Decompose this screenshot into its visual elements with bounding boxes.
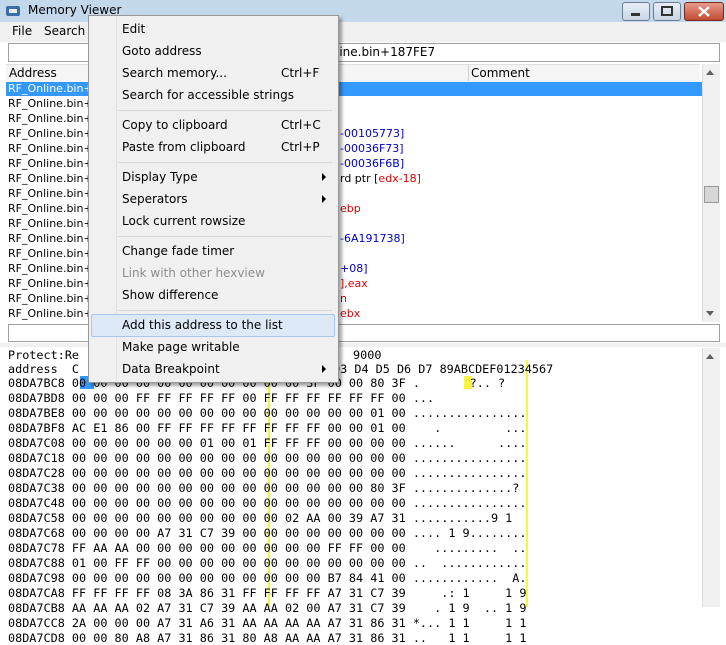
- menu-item-change-fade-timer[interactable]: Change fade timer: [122, 244, 234, 258]
- register-text: edx-18]: [378, 172, 421, 185]
- menu-search[interactable]: Search: [44, 24, 85, 38]
- disasm-row-address[interactable]: RF_Online.bin+1: [8, 307, 100, 320]
- disasm-row-address[interactable]: RF_Online.bin+1: [8, 262, 100, 275]
- menu-file[interactable]: File: [12, 24, 32, 38]
- menu-separator: [118, 310, 332, 311]
- maximize-icon: [661, 6, 673, 16]
- hex-row[interactable]: 08DA7CD8 00 00 80 A8 A7 31 86 31 80 A8 A…: [8, 631, 526, 645]
- menu-item-add-address[interactable]: Add this address to the list: [122, 318, 283, 332]
- disasm-row-address[interactable]: RF_Online.bin+1: [8, 157, 100, 170]
- hex-row[interactable]: 08DA7C08 00 00 00 00 00 00 01 00 01 FF F…: [8, 436, 526, 450]
- disasm-row-operand: ],eax: [340, 277, 368, 290]
- disasm-row-address[interactable]: RF_Online.bin+1: [8, 277, 100, 290]
- disasm-row-operand: -6A191738]: [340, 232, 405, 245]
- menu-item-seperators[interactable]: Seperators: [122, 192, 188, 206]
- menu-separator: [118, 236, 332, 237]
- disasm-row-address[interactable]: RF_Online.bin+1: [8, 187, 100, 200]
- disasm-row-address[interactable]: RF_Online.bin+1: [8, 202, 100, 215]
- submenu-arrow-icon: [322, 173, 326, 181]
- menu-item-lock-rowsize[interactable]: Lock current rowsize: [122, 214, 245, 228]
- operand-text: -6A191738]: [340, 232, 405, 245]
- operand-text: ebp: [340, 202, 361, 215]
- disasm-row-operand: -00105773]: [340, 127, 404, 140]
- scroll-up-icon[interactable]: [706, 70, 714, 75]
- address-field-value: line.bin+187FE7: [336, 45, 436, 59]
- menu-item-link-hexview: Link with other hexview: [122, 266, 265, 280]
- disasm-row-operand: n: [340, 292, 347, 305]
- disasm-row-operand: ebp: [340, 202, 361, 215]
- header-divider: [468, 64, 469, 81]
- hex-row[interactable]: 08DA7C18 00 00 00 00 00 00 00 00 00 00 0…: [8, 451, 526, 465]
- menu-item-search-strings[interactable]: Search for accessible strings: [122, 88, 294, 102]
- hex-row[interactable]: 08DA7BD8 00 00 00 FF FF FF FF FF 00 FF F…: [8, 391, 505, 405]
- operand-text: rd ptr [: [340, 172, 379, 185]
- submenu-arrow-icon: [322, 195, 326, 203]
- operand-text: -00105773]: [340, 127, 405, 140]
- disasm-row-operand: -00036F73]: [340, 142, 404, 155]
- disasm-row-address[interactable]: RF_Online.bin+1: [8, 142, 100, 155]
- hex-row[interactable]: 08DA7C48 00 00 00 00 00 00 00 00 00 00 0…: [8, 496, 526, 510]
- shortcut-ctrl-c: Ctrl+C: [281, 118, 321, 132]
- operand-text: ],eax: [340, 277, 368, 290]
- disasm-row-address[interactable]: RF_Online.bin+1: [8, 232, 100, 245]
- shortcut-ctrl-f: Ctrl+F: [281, 66, 320, 80]
- disasm-row-address[interactable]: RF_Online.bin+1: [8, 112, 100, 125]
- operand-text: ebx: [340, 307, 361, 320]
- menu-item-edit[interactable]: Edit: [122, 22, 145, 36]
- close-button[interactable]: [684, 2, 724, 21]
- menu-item-display-type[interactable]: Display Type: [122, 170, 198, 184]
- operand-text: -00036F73]: [340, 142, 404, 155]
- operand-text: +08]: [340, 262, 368, 275]
- column-header-comment[interactable]: Comment: [471, 66, 530, 80]
- hex-row[interactable]: 08DA7C38 00 00 00 00 00 00 00 00 00 00 0…: [8, 481, 519, 495]
- menu-item-goto-address[interactable]: Goto address: [122, 44, 202, 58]
- hex-row[interactable]: 08DA7BE8 00 00 00 00 00 00 00 00 00 00 0…: [8, 406, 526, 420]
- hex-row[interactable]: 08DA7C68 00 00 00 00 A7 31 C7 39 00 00 0…: [8, 526, 526, 540]
- menu-item-copy[interactable]: Copy to clipboard: [122, 118, 228, 132]
- disasm-row-operand: +08]: [340, 262, 368, 275]
- disasm-row-operand: rd ptr [edx-18]: [340, 172, 421, 185]
- hex-row[interactable]: 08DA7C28 00 00 00 00 00 00 00 00 00 00 0…: [8, 466, 526, 480]
- hex-row[interactable]: 08DA7C58 00 00 00 00 00 00 00 00 00 00 0…: [8, 511, 512, 525]
- hex-row[interactable]: 08DA7BF8 AC E1 86 00 FF FF FF FF FF FF F…: [8, 421, 526, 435]
- close-icon: [698, 6, 710, 17]
- hex-scrollbar[interactable]: [702, 348, 720, 607]
- menu-item-search-memory[interactable]: Search memory...: [122, 66, 227, 80]
- minimize-icon: [631, 13, 640, 16]
- hex-row[interactable]: 08DA7C98 00 00 00 00 00 00 00 00 00 00 0…: [8, 571, 526, 585]
- maximize-button[interactable]: [653, 2, 681, 21]
- menu-item-data-breakpoint[interactable]: Data Breakpoint: [122, 362, 220, 376]
- operand-text: -00036F6B]: [340, 157, 405, 170]
- disasm-row-address[interactable]: RF_Online.bin+1: [8, 172, 100, 185]
- menu-separator: [118, 162, 332, 163]
- scroll-up-icon[interactable]: [706, 354, 714, 359]
- hex-row[interactable]: 08DA7CC8 2A 00 00 00 A7 31 A6 31 AA AA A…: [8, 616, 526, 630]
- disasm-row-address[interactable]: RF_Online.bin+1: [8, 82, 100, 95]
- disasm-row-address[interactable]: RF_Online.bin+1: [8, 127, 100, 140]
- hex-row[interactable]: 08DA7CA8 FF FF FF FF 08 3A 86 31 FF FF F…: [8, 586, 526, 600]
- disasm-row-address[interactable]: RF_Online.bin+1: [8, 247, 100, 260]
- hex-row[interactable]: 08DA7C88 01 00 FF FF 00 00 00 00 00 00 0…: [8, 556, 526, 570]
- operand-text: n: [340, 292, 347, 305]
- cheat-engine-icon: [6, 6, 20, 16]
- submenu-arrow-icon: [322, 365, 326, 373]
- hex-row[interactable]: 08DA7CB8 AA AA AA 02 A7 31 C7 39 AA AA 0…: [8, 601, 526, 615]
- menu-item-make-page-writable[interactable]: Make page writable: [122, 340, 240, 354]
- menu-separator: [118, 110, 332, 111]
- hex-row[interactable]: 08DA7C78 FF AA AA 00 00 00 00 00 00 00 0…: [8, 541, 526, 555]
- menu-item-paste[interactable]: Paste from clipboard: [122, 140, 245, 154]
- menu-item-show-difference[interactable]: Show difference: [122, 288, 218, 302]
- scrollbar-thumb[interactable]: [704, 186, 719, 203]
- disasm-row-address[interactable]: RF_Online.bin+1: [8, 292, 100, 305]
- disasm-row-address[interactable]: RF_Online.bin+1: [8, 217, 100, 230]
- disasm-row-operand: -00036F6B]: [340, 157, 404, 170]
- shortcut-ctrl-p: Ctrl+P: [281, 140, 320, 154]
- column-header-address[interactable]: Address: [9, 66, 57, 80]
- disasm-row-address[interactable]: RF_Online.bin+1: [8, 97, 100, 110]
- minimize-button[interactable]: [622, 2, 650, 21]
- scroll-down-icon[interactable]: [706, 311, 714, 316]
- disasm-row-operand: ebx: [340, 307, 360, 320]
